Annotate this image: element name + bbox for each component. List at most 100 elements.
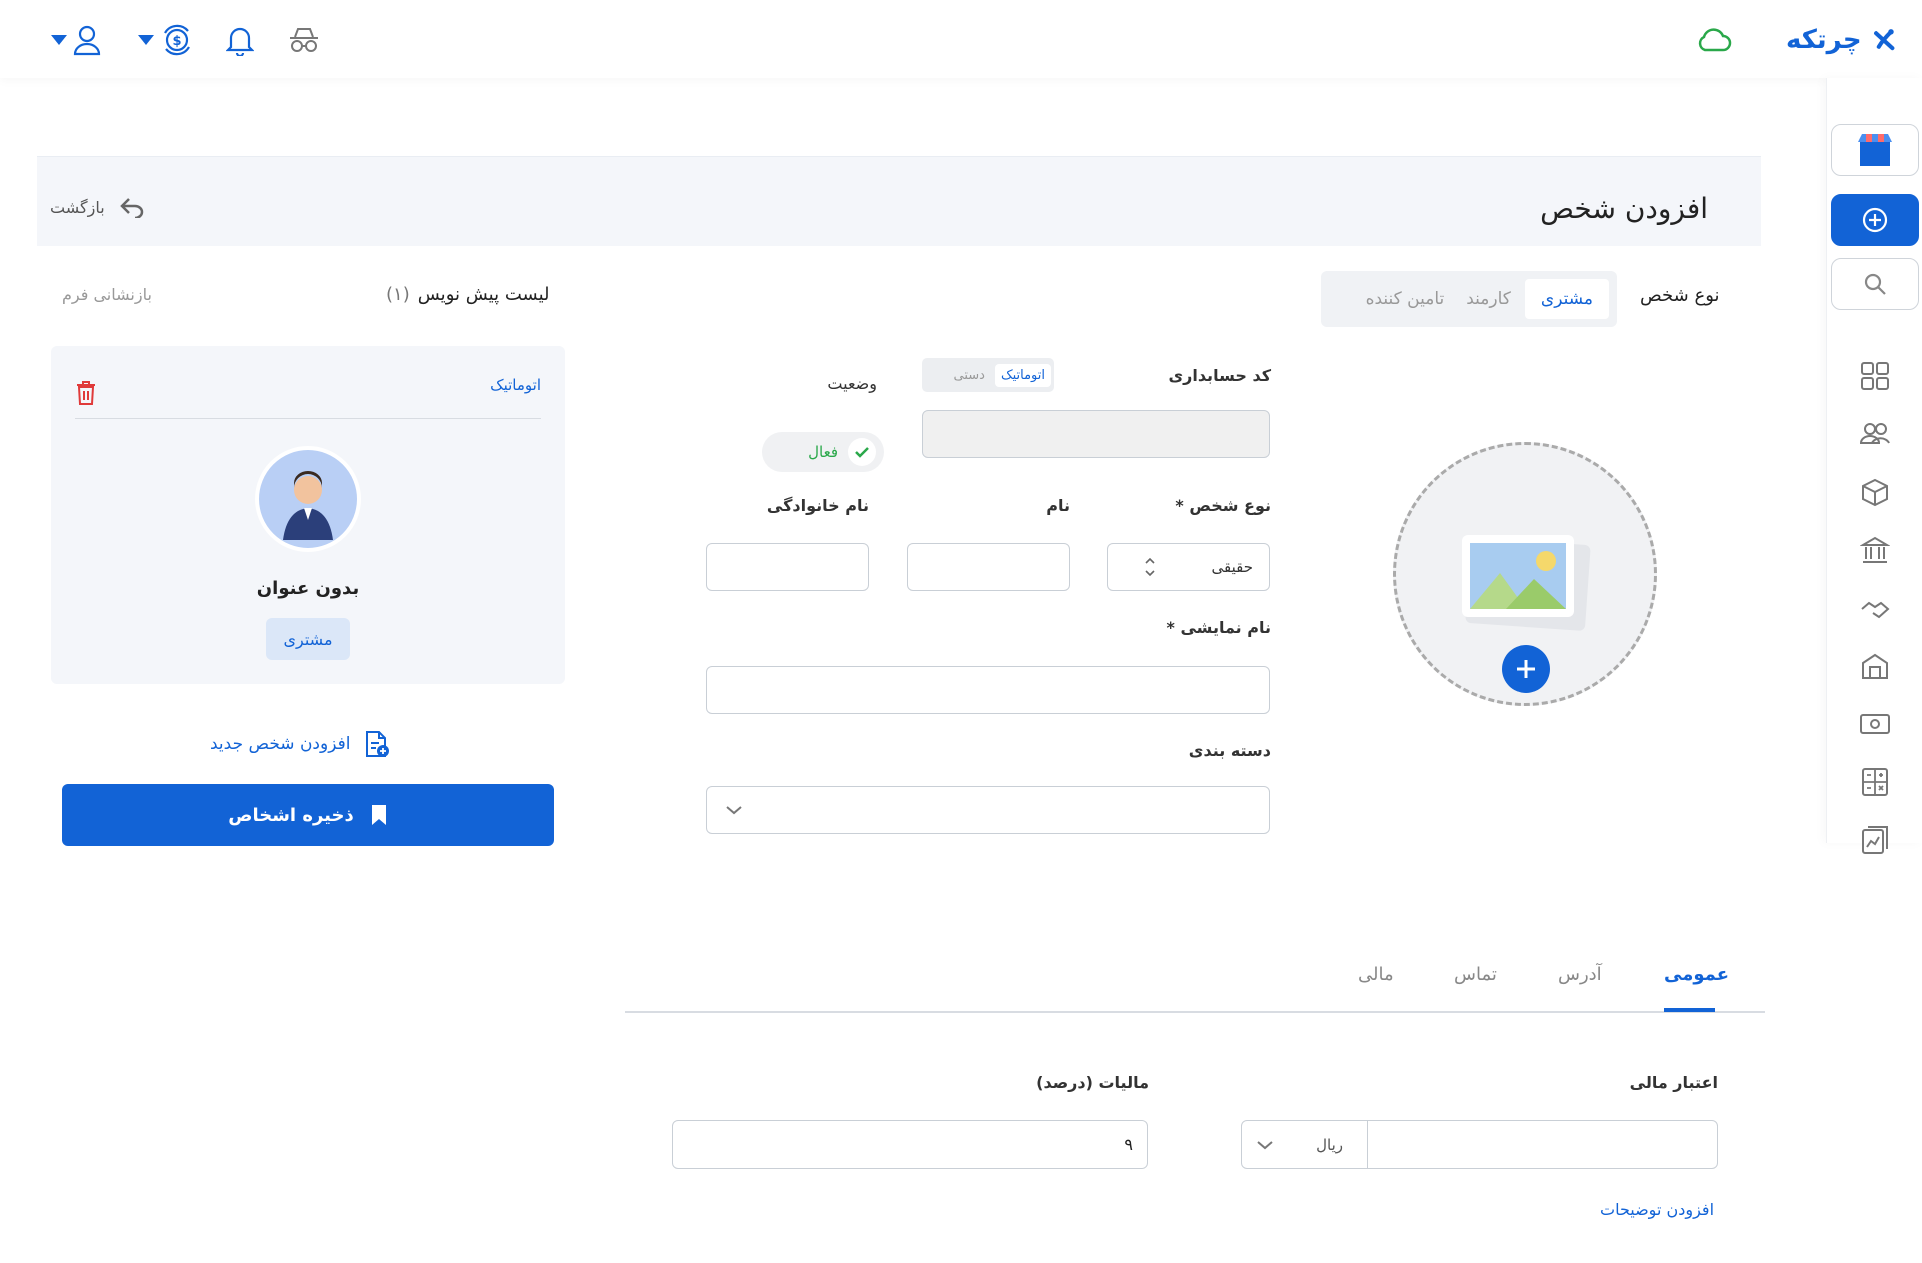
search-icon xyxy=(1864,273,1886,295)
accounting-code-label: کد حسابداری xyxy=(1168,366,1271,385)
save-persons-label: ذخیره اشخاص xyxy=(228,804,354,826)
add-new-person-button[interactable]: افزودن شخص جدید xyxy=(210,730,390,758)
tax-input[interactable]: ۹ xyxy=(672,1120,1148,1169)
last-name-label: نام خانوادگی xyxy=(766,496,869,515)
bell-icon[interactable] xyxy=(220,20,260,60)
first-name-label: نام xyxy=(1046,496,1070,515)
tab-general-indicator xyxy=(1664,1008,1715,1012)
box-icon[interactable] xyxy=(1855,472,1895,512)
cloud-icon[interactable] xyxy=(1694,22,1734,58)
entity-type-label: نوع شخص * xyxy=(1175,496,1271,515)
add-new-person-label: افزودن شخص جدید xyxy=(210,734,351,754)
calculator-icon[interactable] xyxy=(1855,762,1895,802)
tax-value: ۹ xyxy=(1124,1135,1133,1154)
code-mode-auto[interactable]: اتوماتیک xyxy=(994,363,1051,387)
plus-icon xyxy=(1517,660,1535,678)
brand-logo[interactable]: چرتکه xyxy=(1786,20,1896,60)
draft-list-label: لیست پیش نویس xyxy=(417,284,550,305)
tab-financial[interactable]: مالی xyxy=(1358,964,1394,985)
draft-card[interactable]: اتوماتیک بدون عنوان مشتری xyxy=(51,346,565,684)
save-persons-button[interactable]: ذخیره اشخاص xyxy=(62,784,554,846)
store-icon xyxy=(1858,134,1892,166)
back-button[interactable]: بازگشت xyxy=(50,196,145,218)
tabs-underline xyxy=(625,1011,1765,1013)
category-label: دسته بندی xyxy=(1188,741,1271,760)
add-notes-link[interactable]: افزودن توضیحات xyxy=(1600,1200,1714,1219)
draft-name: بدون عنوان xyxy=(256,578,360,599)
bookmark-icon xyxy=(371,805,386,825)
status-value: فعال xyxy=(808,443,838,461)
status-toggle[interactable]: فعال xyxy=(762,432,884,472)
page-title: افزودن شخص xyxy=(1540,192,1708,225)
chevron-down-icon xyxy=(1257,1140,1273,1149)
store-button[interactable] xyxy=(1831,124,1919,176)
tab-address[interactable]: آدرس xyxy=(1558,964,1602,985)
warehouse-icon[interactable] xyxy=(1855,646,1895,686)
person-type-tabs: مشتری کارمند تامین کننده xyxy=(1321,271,1617,327)
trash-icon xyxy=(77,381,95,405)
category-select[interactable] xyxy=(706,786,1270,834)
divider xyxy=(75,418,541,419)
chevron-down-icon xyxy=(138,35,154,45)
chevron-down-icon xyxy=(726,806,742,815)
code-mode-toggle: اتوماتیک دستی xyxy=(922,358,1054,392)
first-name-input[interactable] xyxy=(907,543,1070,591)
user-icon xyxy=(73,25,101,56)
draft-list-header[interactable]: لیست پیش نویس (۱) xyxy=(386,284,549,305)
person-avatar-icon xyxy=(283,471,333,540)
draft-mode: اتوماتیک xyxy=(490,376,541,394)
coin-exchange-icon: $ xyxy=(164,24,190,56)
add-document-icon xyxy=(366,731,390,757)
right-sidebar xyxy=(1826,78,1922,854)
person-type-label: نوع شخص xyxy=(1640,285,1720,306)
draft-count: (۱) xyxy=(386,284,410,305)
back-label: بازگشت xyxy=(50,197,105,217)
sidebar-search-button[interactable] xyxy=(1831,258,1919,310)
dashboard-icon[interactable] xyxy=(1855,356,1895,396)
reset-form-button[interactable]: بازنشانی فرم xyxy=(62,285,152,304)
status-label: وضعیت xyxy=(827,374,877,393)
photo-uploader[interactable] xyxy=(1393,442,1657,706)
avatar xyxy=(255,446,361,552)
brand-name: چرتکه xyxy=(1786,25,1862,55)
currency-value: ریال xyxy=(1316,1135,1343,1154)
display-name-input[interactable] xyxy=(706,666,1270,714)
add-icon xyxy=(1862,207,1888,233)
back-arrow-icon xyxy=(119,198,143,218)
bank-icon[interactable] xyxy=(1855,530,1895,570)
tab-general[interactable]: عمومی xyxy=(1664,964,1729,985)
handshake-icon[interactable] xyxy=(1855,588,1895,628)
report-icon[interactable] xyxy=(1855,820,1895,860)
add-button[interactable] xyxy=(1831,194,1919,246)
currency-select[interactable]: ریال xyxy=(1242,1120,1368,1169)
image-placeholder-icon xyxy=(1462,535,1591,631)
code-mode-manual[interactable]: دستی xyxy=(944,364,995,387)
entity-type-value: حقیقی xyxy=(1211,558,1253,576)
user-menu-button[interactable] xyxy=(48,20,104,60)
chevron-down-icon xyxy=(51,35,67,45)
svg-text:$: $ xyxy=(172,34,181,49)
incognito-icon[interactable] xyxy=(284,20,324,60)
tax-label: مالیات (درصد) xyxy=(1036,1073,1149,1092)
display-name-label: نام نمایشی * xyxy=(1166,618,1271,637)
draft-badge: مشتری xyxy=(266,618,350,660)
people-icon[interactable] xyxy=(1855,414,1895,454)
tab-customer[interactable]: مشتری xyxy=(1524,279,1609,319)
check-icon xyxy=(848,438,876,466)
tab-contact[interactable]: تماس xyxy=(1454,964,1497,985)
accounting-code-input[interactable] xyxy=(922,410,1270,458)
logo-icon xyxy=(1873,29,1894,51)
tab-supplier[interactable]: تامین کننده xyxy=(1358,279,1453,319)
credit-label: اعتبار مالی xyxy=(1629,1073,1718,1092)
top-bar: چرتکه $ xyxy=(0,0,1922,78)
last-name-input[interactable] xyxy=(706,543,869,591)
cash-icon[interactable] xyxy=(1855,704,1895,744)
credit-input[interactable]: ریال xyxy=(1241,1120,1718,1169)
add-photo-button[interactable] xyxy=(1502,645,1550,693)
delete-draft-button[interactable] xyxy=(75,380,97,406)
page-header xyxy=(37,156,1761,246)
tab-employee[interactable]: کارمند xyxy=(1458,279,1519,319)
updown-chevron-icon xyxy=(1145,557,1155,577)
coin-exchange-button[interactable]: $ xyxy=(134,20,198,60)
entity-type-select[interactable]: حقیقی xyxy=(1107,543,1270,591)
